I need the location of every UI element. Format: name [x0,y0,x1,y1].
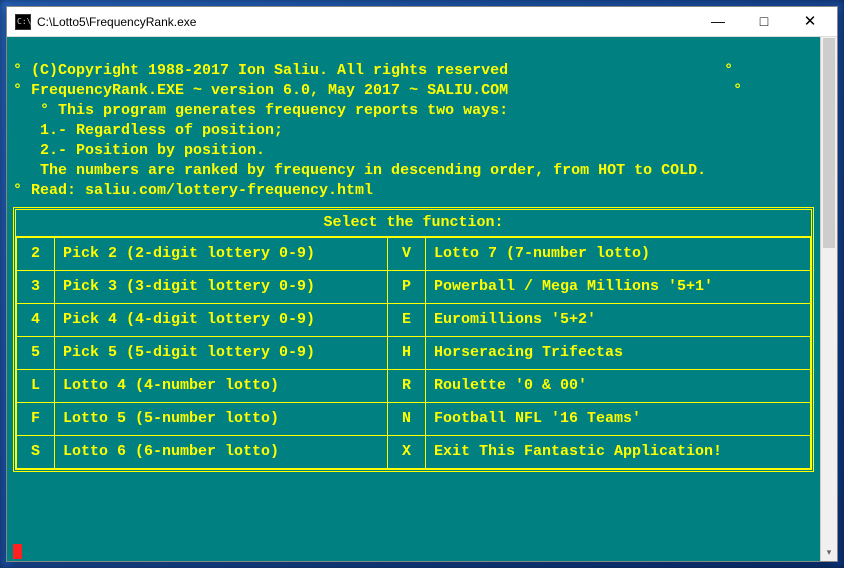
menu-label: Horseracing Trifectas [426,337,811,370]
menu-row: SLotto 6 (6-number lotto)XExit This Fant… [17,436,811,469]
header-line: 1.- Regardless of position; [13,122,283,139]
menu-label: Exit This Fantastic Application! [426,436,811,469]
header-line: The numbers are ranked by frequency in d… [13,162,706,179]
menu-row: 2Pick 2 (2-digit lottery 0-9)VLotto 7 (7… [17,238,811,271]
menu-label: Pick 3 (3-digit lottery 0-9) [55,271,388,304]
menu-row: LLotto 4 (4-number lotto)RRoulette '0 & … [17,370,811,403]
header-line: ° FrequencyRank.EXE ~ version 6.0, May 2… [13,82,742,99]
window-controls: — □ ✕ [695,7,833,36]
menu-row: FLotto 5 (5-number lotto)NFootball NFL '… [17,403,811,436]
menu-key[interactable]: 4 [17,304,55,337]
menu-label: Football NFL '16 Teams' [426,403,811,436]
menu-key[interactable]: E [388,304,426,337]
client-area: ° (C)Copyright 1988-2017 Ion Saliu. All … [7,37,837,561]
terminal[interactable]: ° (C)Copyright 1988-2017 Ion Saliu. All … [7,37,820,561]
maximize-button[interactable]: □ [741,7,787,36]
scrollbar-down-icon[interactable]: ▾ [821,544,837,561]
menu-label: Euromillions '5+2' [426,304,811,337]
menu-label: Lotto 4 (4-number lotto) [55,370,388,403]
header-line: 2.- Position by position. [13,142,265,159]
header-line: ° (C)Copyright 1988-2017 Ion Saliu. All … [13,62,733,79]
menu-key[interactable]: R [388,370,426,403]
menu-label: Roulette '0 & 00' [426,370,811,403]
menu-key[interactable]: 2 [17,238,55,271]
menu-row: 5Pick 5 (5-digit lottery 0-9)HHorseracin… [17,337,811,370]
menu-key[interactable]: L [17,370,55,403]
menu-row: 4Pick 4 (4-digit lottery 0-9)EEuromillio… [17,304,811,337]
window-title: C:\Lotto5\FrequencyRank.exe [37,15,695,29]
menu-label: Lotto 7 (7-number lotto) [426,238,811,271]
menu-grid: 2Pick 2 (2-digit lottery 0-9)VLotto 7 (7… [16,237,811,469]
menu-row: 3Pick 3 (3-digit lottery 0-9)PPowerball … [17,271,811,304]
menu-title: Select the function: [16,210,811,236]
menu-key[interactable]: P [388,271,426,304]
menu-key[interactable]: 3 [17,271,55,304]
menu-label: Lotto 5 (5-number lotto) [55,403,388,436]
menu-key[interactable]: X [388,436,426,469]
menu-box: Select the function: 2Pick 2 (2-digit lo… [13,207,814,472]
menu-key[interactable]: F [17,403,55,436]
menu-label: Pick 4 (4-digit lottery 0-9) [55,304,388,337]
menu-label: Pick 2 (2-digit lottery 0-9) [55,238,388,271]
menu-key[interactable]: H [388,337,426,370]
scrollbar-thumb[interactable] [823,38,835,248]
minimize-button[interactable]: — [695,7,741,36]
app-icon [15,14,31,30]
close-button[interactable]: ✕ [787,7,833,36]
cursor [13,544,22,559]
scrollbar[interactable]: ▾ [820,37,837,561]
menu-key[interactable]: N [388,403,426,436]
menu-label: Powerball / Mega Millions '5+1' [426,271,811,304]
titlebar[interactable]: C:\Lotto5\FrequencyRank.exe — □ ✕ [7,7,837,37]
menu-label: Pick 5 (5-digit lottery 0-9) [55,337,388,370]
header-line: ° Read: saliu.com/lottery-frequency.html [13,182,373,199]
header-line: ° This program generates frequency repor… [13,102,508,119]
menu-key[interactable]: 5 [17,337,55,370]
menu-key[interactable]: S [17,436,55,469]
window: C:\Lotto5\FrequencyRank.exe — □ ✕ ° (C)C… [6,6,838,562]
menu-label: Lotto 6 (6-number lotto) [55,436,388,469]
window-frame: C:\Lotto5\FrequencyRank.exe — □ ✕ ° (C)C… [0,0,844,568]
menu-key[interactable]: V [388,238,426,271]
